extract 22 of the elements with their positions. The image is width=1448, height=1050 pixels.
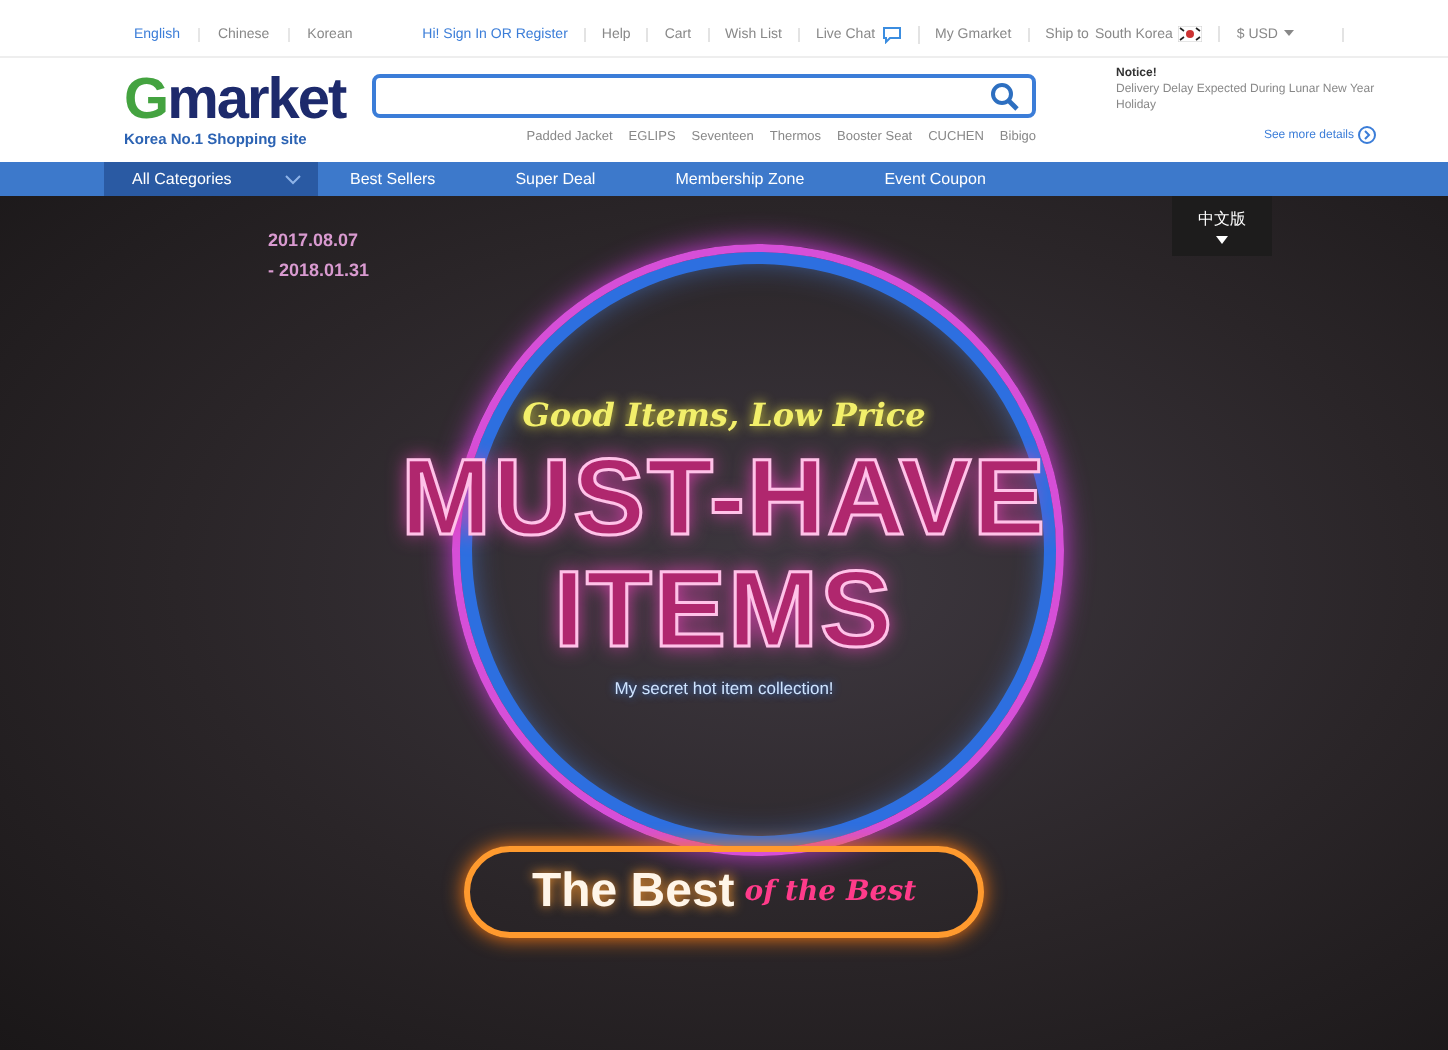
chat-bubble-icon bbox=[881, 25, 902, 43]
flag-icon bbox=[1178, 26, 1203, 42]
nav-item[interactable]: Membership Zone bbox=[635, 162, 845, 196]
search-field[interactable] bbox=[372, 74, 1036, 118]
date-range: - 2018.01.31 bbox=[268, 258, 370, 284]
neon-script: of the Best bbox=[744, 876, 917, 908]
logo[interactable]: Gmarket bbox=[124, 72, 372, 128]
neon-title: The Best bbox=[531, 864, 735, 920]
banner-subtitle: My secret hot item collection! bbox=[614, 678, 834, 698]
chevron-down-icon bbox=[284, 173, 302, 185]
nav-item[interactable]: All Categories bbox=[104, 162, 318, 196]
caret-down-icon bbox=[1284, 30, 1294, 38]
neon-slogan: Good Items, Low Price bbox=[522, 396, 926, 434]
nav-item[interactable]: Super Deal bbox=[475, 162, 636, 196]
nav-item[interactable]: Best Sellers bbox=[318, 162, 476, 196]
language-tab[interactable]: 中文版 bbox=[1172, 196, 1272, 256]
date-range: 2017.08.07 bbox=[268, 228, 361, 254]
caret-down-icon bbox=[1216, 236, 1228, 244]
search-icon bbox=[990, 81, 1020, 111]
neon-headline: ITEMS bbox=[553, 554, 894, 666]
nav-item[interactable]: Event Coupon bbox=[844, 162, 1026, 196]
arrow-circle-icon bbox=[1358, 126, 1376, 144]
